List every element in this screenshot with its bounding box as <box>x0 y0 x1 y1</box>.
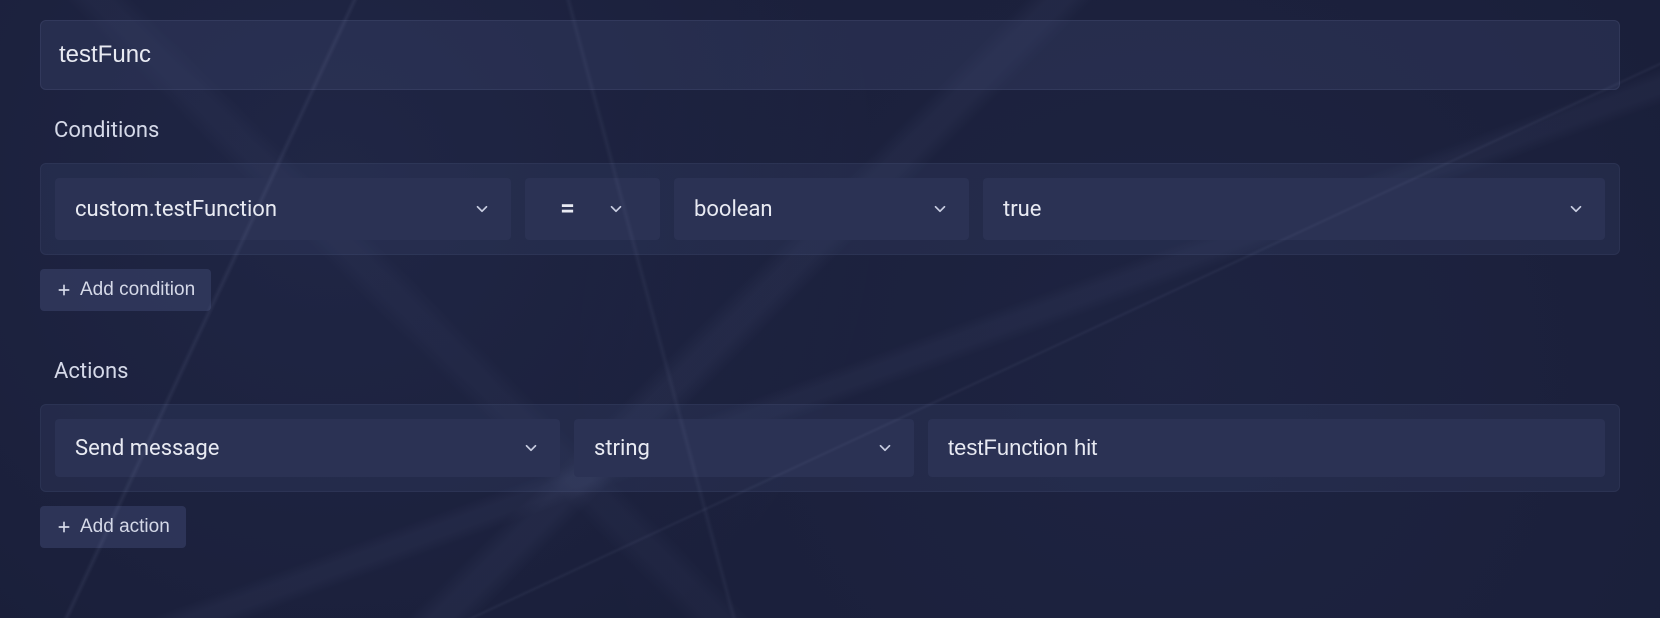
conditions-heading: Conditions <box>40 118 1620 143</box>
action-row: Send message string <box>40 404 1620 492</box>
add-condition-button[interactable]: Add condition <box>40 269 211 311</box>
add-action-label: Add action <box>80 516 170 538</box>
chevron-down-icon <box>607 200 625 218</box>
action-type-select[interactable]: Send message <box>55 419 560 477</box>
actions-heading: Actions <box>40 359 1620 384</box>
condition-type-select[interactable]: boolean <box>674 178 969 240</box>
rule-title-input[interactable] <box>40 20 1620 90</box>
add-condition-label: Add condition <box>80 279 195 301</box>
condition-field-select[interactable]: custom.testFunction <box>55 178 511 240</box>
chevron-down-icon <box>1567 200 1585 218</box>
add-action-button[interactable]: Add action <box>40 506 186 548</box>
action-value-type-label: string <box>594 436 650 461</box>
chevron-down-icon <box>876 439 894 457</box>
chevron-down-icon <box>931 200 949 218</box>
condition-operator-label: = <box>560 194 575 224</box>
condition-value-label: true <box>1003 197 1041 222</box>
chevron-down-icon <box>522 439 540 457</box>
actions-section: Actions Send message string Add action <box>40 359 1620 548</box>
condition-operator-select[interactable]: = <box>525 178 660 240</box>
chevron-down-icon <box>473 200 491 218</box>
condition-type-label: boolean <box>694 197 773 222</box>
action-value-type-select[interactable]: string <box>574 419 914 477</box>
condition-row: custom.testFunction = boolean true <box>40 163 1620 255</box>
action-value-input[interactable] <box>928 419 1605 477</box>
condition-value-select[interactable]: true <box>983 178 1605 240</box>
plus-icon <box>56 282 72 298</box>
action-type-label: Send message <box>75 436 219 461</box>
condition-field-label: custom.testFunction <box>75 197 277 222</box>
plus-icon <box>56 519 72 535</box>
conditions-section: Conditions custom.testFunction = boolean… <box>40 118 1620 311</box>
